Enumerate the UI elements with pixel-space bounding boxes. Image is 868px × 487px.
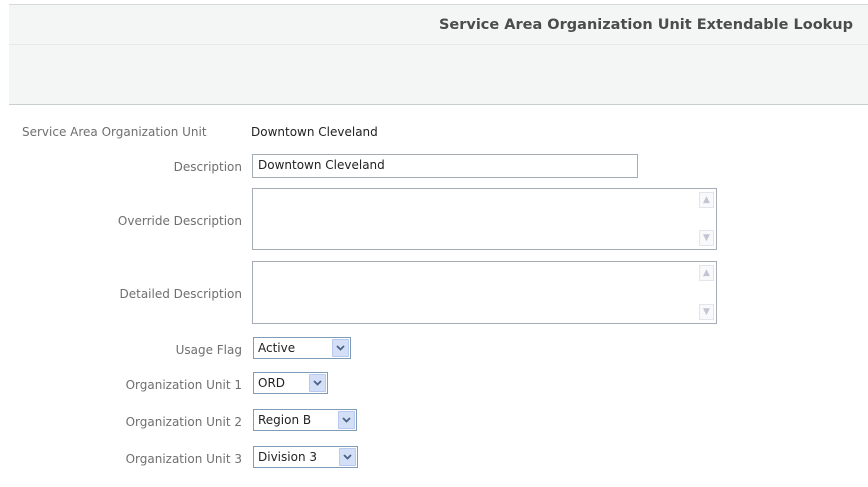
description-field[interactable]: Downtown Cleveland <box>252 154 638 178</box>
chevron-down-icon[interactable] <box>332 339 349 357</box>
org-unit-3-selected-value: Division 3 <box>258 450 317 464</box>
service-area-org-unit-value: Downtown Cleveland <box>251 125 378 139</box>
usage-flag-label: Usage Flag <box>175 343 242 357</box>
arrow-down-icon[interactable]: ▼ <box>699 304 714 320</box>
chevron-down-icon[interactable] <box>339 448 356 466</box>
usage-flag-select[interactable]: Active <box>253 337 351 359</box>
org-unit-2-selected-value: Region B <box>258 413 312 427</box>
page-header: Service Area Organization Unit Extendabl… <box>9 4 868 105</box>
org-unit-2-select[interactable]: Region B <box>253 409 357 431</box>
org-unit-1-label: Organization Unit 1 <box>125 378 242 392</box>
override-description-scrollbar[interactable]: ▲ ▼ <box>698 190 715 248</box>
org-unit-2-label: Organization Unit 2 <box>125 415 242 429</box>
org-unit-1-selected-value: ORD <box>258 376 286 390</box>
arrow-up-icon[interactable]: ▲ <box>699 265 714 281</box>
lookup-page: Service Area Organization Unit Extendabl… <box>0 0 868 487</box>
description-label: Description <box>173 160 242 174</box>
override-description-label: Override Description <box>117 214 242 228</box>
org-unit-3-select[interactable]: Division 3 <box>253 446 358 468</box>
chevron-down-icon[interactable] <box>309 374 326 392</box>
detailed-description-scrollbar[interactable]: ▲ ▼ <box>698 263 715 322</box>
chevron-down-icon[interactable] <box>338 411 355 429</box>
detailed-description-label: Detailed Description <box>119 287 242 301</box>
usage-flag-selected-value: Active <box>258 341 296 355</box>
description-field-value: Downtown Cleveland <box>258 158 385 172</box>
header-divider <box>9 44 868 45</box>
detailed-description-field[interactable]: ▲ ▼ <box>252 261 717 324</box>
service-area-org-unit-label: Service Area Organization Unit <box>22 125 207 139</box>
org-unit-3-label: Organization Unit 3 <box>125 452 242 466</box>
arrow-down-icon[interactable]: ▼ <box>699 230 714 246</box>
page-title: Service Area Organization Unit Extendabl… <box>438 17 853 33</box>
org-unit-1-select[interactable]: ORD <box>253 372 328 394</box>
override-description-field[interactable]: ▲ ▼ <box>252 188 717 250</box>
arrow-up-icon[interactable]: ▲ <box>699 192 714 208</box>
